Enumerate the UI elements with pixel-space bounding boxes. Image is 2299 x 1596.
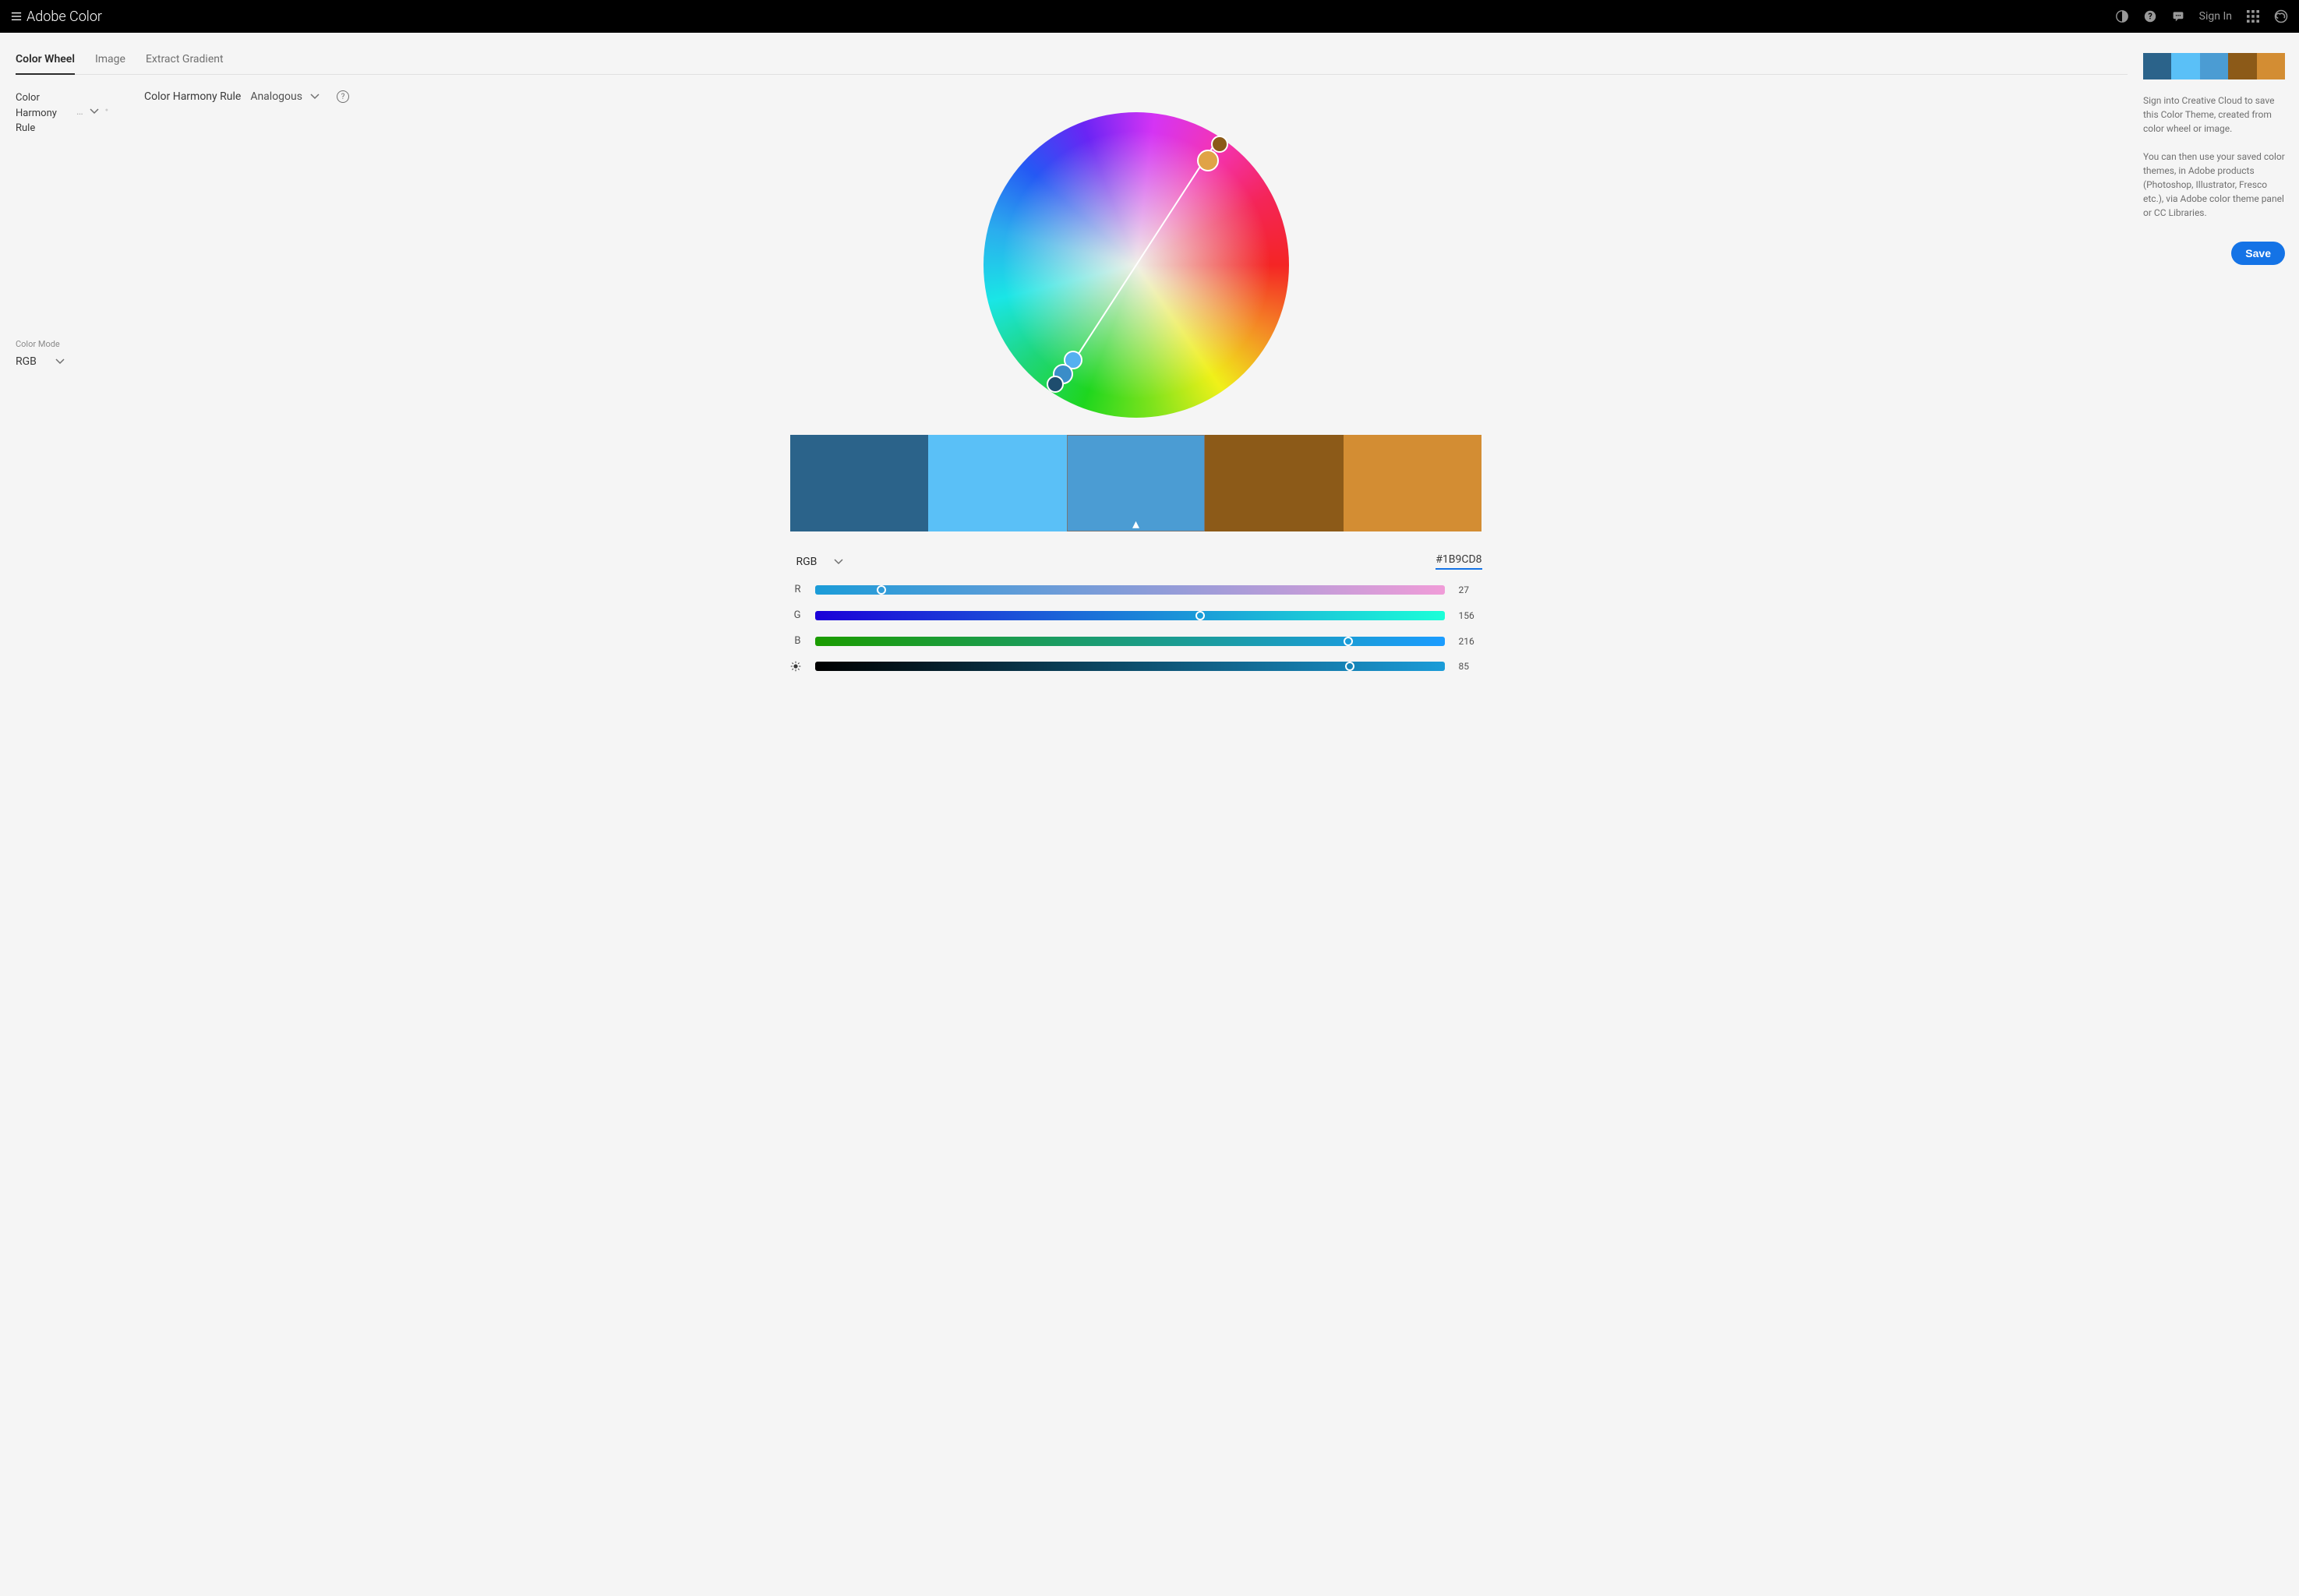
- slider-track[interactable]: [815, 585, 1445, 595]
- apps-grid-icon[interactable]: [2246, 9, 2260, 23]
- chevron-down-icon: [55, 358, 65, 365]
- svg-text:?: ?: [2148, 12, 2152, 22]
- brand: Adobe Color: [11, 9, 102, 25]
- sign-in-link[interactable]: Sign In: [2199, 10, 2232, 23]
- mini-swatch: [2200, 53, 2228, 79]
- tab-row: Color Wheel Image Extract Gradient: [16, 53, 2128, 75]
- color-mode-heading: Color Mode: [16, 339, 144, 349]
- left-harmony-label: Color Harmony Rule: [16, 90, 70, 136]
- brand-text: Adobe Color: [26, 9, 102, 25]
- center-column: Color Harmony Rule Analogous ?: [144, 90, 2128, 686]
- header-bar: Adobe Color ? Sign In: [0, 0, 2299, 33]
- palette-swatch[interactable]: [1205, 435, 1344, 531]
- wheel-handle[interactable]: [1197, 150, 1219, 171]
- channel-slider-row: B 216: [790, 635, 1482, 647]
- wheel-handle[interactable]: [1211, 136, 1228, 153]
- channel-slider-row: R 27: [790, 584, 1482, 595]
- channel-slider-row: G 156: [790, 609, 1482, 621]
- slider-channel-label: G: [790, 609, 801, 621]
- chevron-down-icon: [310, 94, 320, 100]
- page: Color Wheel Image Extract Gradient Color…: [0, 33, 2299, 717]
- help-icon[interactable]: ?: [2143, 9, 2157, 23]
- slider-value[interactable]: 156: [1459, 610, 1482, 621]
- tab-extract-gradient[interactable]: Extract Gradient: [146, 53, 224, 74]
- mini-swatch: [2228, 53, 2256, 79]
- mini-swatch: [2171, 53, 2199, 79]
- sidebar: Sign into Creative Cloud to save this Co…: [2143, 33, 2299, 717]
- help-icon[interactable]: ?: [337, 90, 349, 103]
- color-wheel[interactable]: [984, 112, 1289, 418]
- palette-swatch[interactable]: [790, 435, 929, 531]
- slider-thumb[interactable]: [1344, 637, 1353, 646]
- color-mode-value: RGB: [16, 355, 37, 368]
- harmony-label: Color Harmony Rule: [144, 90, 241, 103]
- slider-value[interactable]: 27: [1459, 584, 1482, 595]
- slider-value[interactable]: 85: [1459, 661, 1482, 672]
- harmony-select[interactable]: Analogous: [250, 90, 320, 103]
- palette-swatch[interactable]: [928, 435, 1067, 531]
- slider-thumb[interactable]: [1195, 611, 1205, 620]
- menu-icon[interactable]: [11, 11, 22, 22]
- slider-thumb[interactable]: [1345, 662, 1354, 671]
- hex-input[interactable]: #1B9CD8: [1436, 553, 1481, 570]
- palette-swatches: [790, 435, 1482, 531]
- palette-swatch[interactable]: [1067, 435, 1206, 531]
- mini-swatch: [2257, 53, 2285, 79]
- wheel-handle[interactable]: [1047, 376, 1064, 393]
- ellipsis-icon: …: [76, 90, 83, 120]
- sidebar-info-2: You can then use your saved color themes…: [2143, 150, 2285, 220]
- harmony-value: Analogous: [250, 90, 302, 103]
- save-button[interactable]: Save: [2231, 242, 2285, 265]
- sidebar-info-1: Sign into Creative Cloud to save this Co…: [2143, 94, 2285, 136]
- slider-mode-select[interactable]: RGB: [796, 556, 844, 568]
- palette-swatch[interactable]: [1344, 435, 1482, 531]
- slider-thumb[interactable]: [877, 585, 886, 595]
- theme-toggle-icon[interactable]: [2115, 9, 2129, 23]
- slider-track[interactable]: [815, 662, 1445, 671]
- chevron-down-icon[interactable]: [90, 90, 99, 120]
- creative-cloud-icon[interactable]: [2274, 9, 2288, 23]
- tab-color-wheel[interactable]: Color Wheel: [16, 53, 75, 75]
- sidebar-palette-preview: [2143, 53, 2285, 79]
- main-area: Color Wheel Image Extract Gradient Color…: [0, 33, 2143, 717]
- chevron-down-icon: [834, 559, 843, 565]
- color-mode-select[interactable]: RGB: [16, 355, 144, 368]
- mini-swatch: [2143, 53, 2171, 79]
- left-column: Color Harmony Rule … ● Color Mode RGB: [16, 90, 144, 686]
- brightness-slider-row: 85: [790, 661, 1482, 672]
- tab-image[interactable]: Image: [95, 53, 125, 74]
- slider-channel-label: R: [790, 584, 801, 595]
- slider-channel-label: B: [790, 635, 801, 647]
- feedback-icon[interactable]: [2171, 9, 2185, 23]
- brightness-icon: [790, 661, 801, 672]
- slider-mode-value: RGB: [796, 556, 818, 568]
- slider-value[interactable]: 216: [1459, 636, 1482, 647]
- slider-track[interactable]: [815, 637, 1445, 646]
- bullet-icon: ●: [105, 90, 108, 115]
- slider-area: RGB #1B9CD8 R 27 G 156 B 216 85: [790, 553, 1482, 672]
- harmony-rule-row: Color Harmony Rule Analogous ?: [144, 90, 2128, 111]
- header-right: ? Sign In: [2115, 9, 2288, 23]
- slider-track[interactable]: [815, 611, 1445, 620]
